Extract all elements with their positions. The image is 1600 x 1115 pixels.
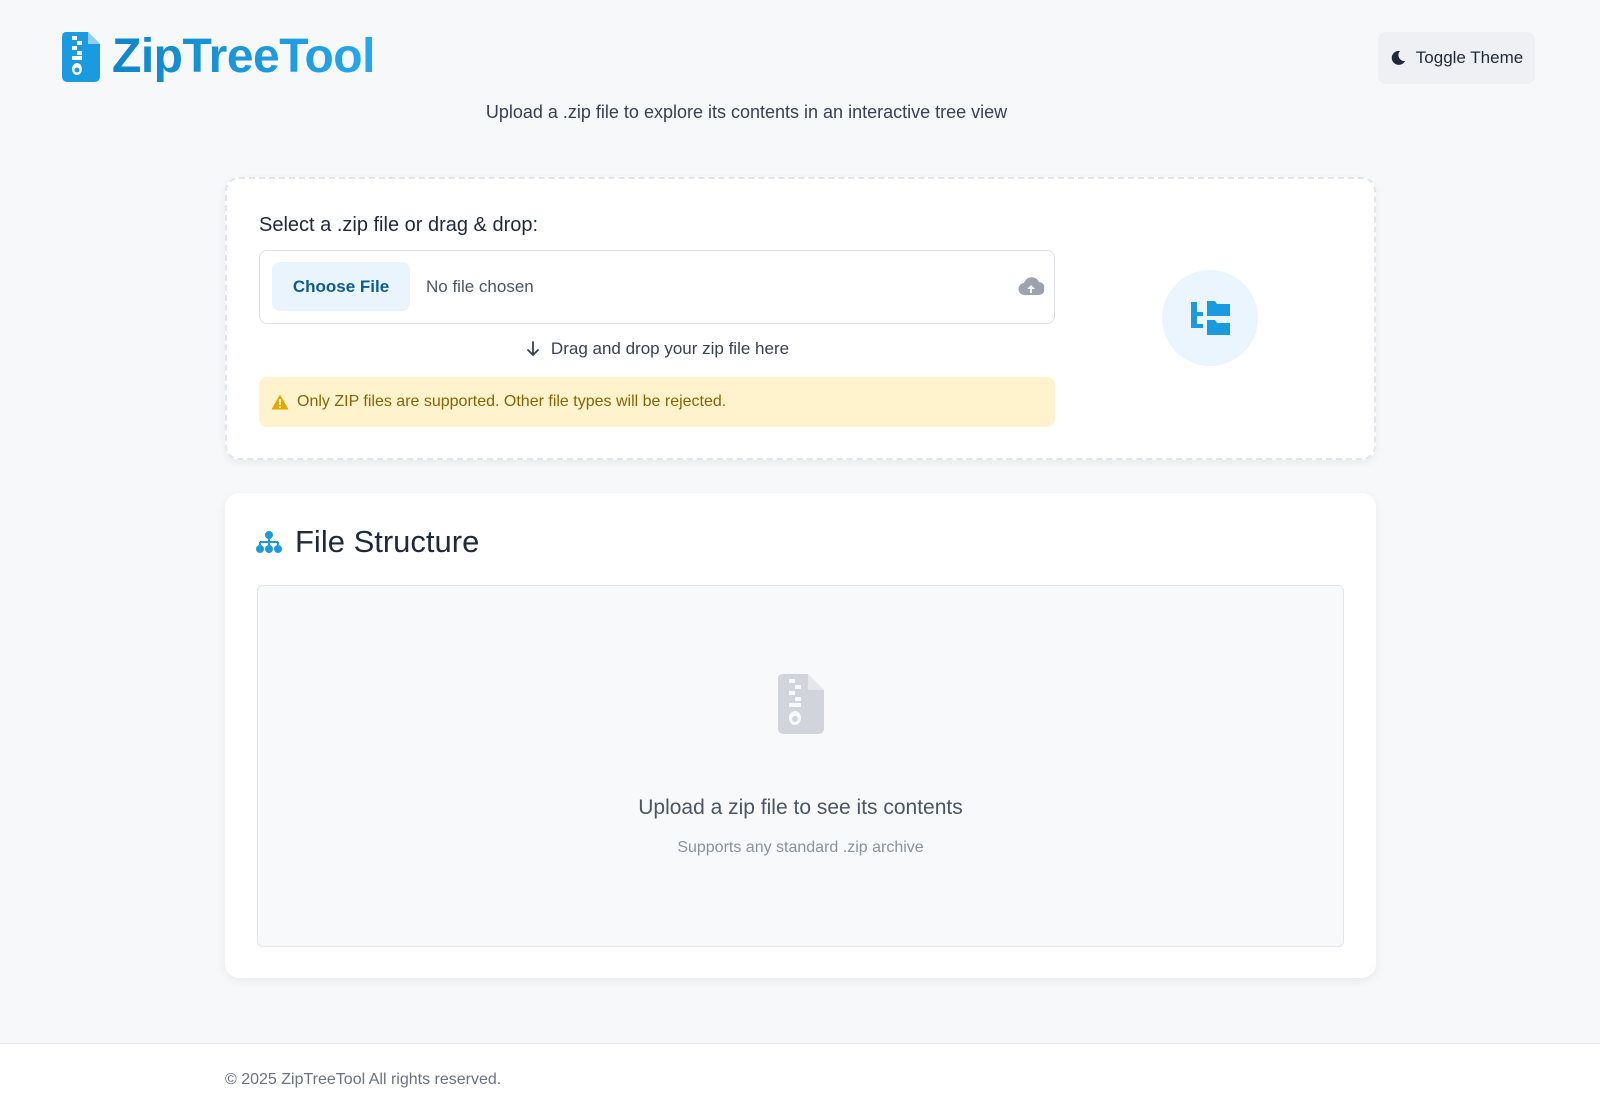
tree-badge xyxy=(1162,270,1258,366)
warning-triangle-icon xyxy=(271,394,289,410)
logo[interactable]: ZipTreeTool xyxy=(62,30,375,84)
upload-label: Select a .zip file or drag & drop: xyxy=(259,214,539,236)
header: ZipTreeTool Toggle Theme Upload a .zip f… xyxy=(0,0,1600,150)
file-zipper-icon xyxy=(778,674,824,734)
tagline: Upload a .zip file to explore its conten… xyxy=(485,102,1008,122)
tree-view-empty-state: Upload a zip file to see its contents Su… xyxy=(257,585,1344,947)
file-input[interactable]: Choose File No file chosen xyxy=(259,250,1055,324)
brand-name: ZipTreeTool xyxy=(112,30,375,83)
drag-hint: Drag and drop your zip file here xyxy=(259,339,1055,359)
empty-state-title: Upload a zip file to see its contents xyxy=(638,796,963,819)
warning-text: Only ZIP files are supported. Other file… xyxy=(297,393,727,410)
warning-alert: Only ZIP files are supported. Other file… xyxy=(259,377,1055,427)
folder-tree-icon xyxy=(1191,301,1230,335)
footer: © 2025 ZipTreeTool All rights reserved. xyxy=(0,1043,1600,1115)
sitemap-icon xyxy=(256,531,282,553)
toggle-theme-button[interactable]: Toggle Theme xyxy=(1378,32,1535,84)
cloud-upload-icon xyxy=(1018,277,1044,296)
drag-hint-text: Drag and drop your zip file here xyxy=(550,339,790,358)
empty-state-subtitle: Supports any standard .zip archive xyxy=(677,839,924,856)
arrow-down-icon xyxy=(527,341,539,356)
footer-copyright: © 2025 ZipTreeTool All rights reserved. xyxy=(225,1071,502,1088)
choose-file-button[interactable]: Choose File xyxy=(272,262,410,311)
file-structure-title: File Structure xyxy=(295,524,480,559)
file-zipper-icon xyxy=(62,32,100,82)
file-structure-header: File Structure xyxy=(255,523,479,561)
file-status: No file chosen xyxy=(426,277,534,296)
upload-card[interactable]: Select a .zip file or drag & drop: Choos… xyxy=(225,177,1376,460)
moon-icon xyxy=(1391,50,1405,65)
toggle-theme-label: Toggle Theme xyxy=(1415,48,1524,67)
file-structure-card: File Structure Upload a zip file to see … xyxy=(225,493,1376,978)
